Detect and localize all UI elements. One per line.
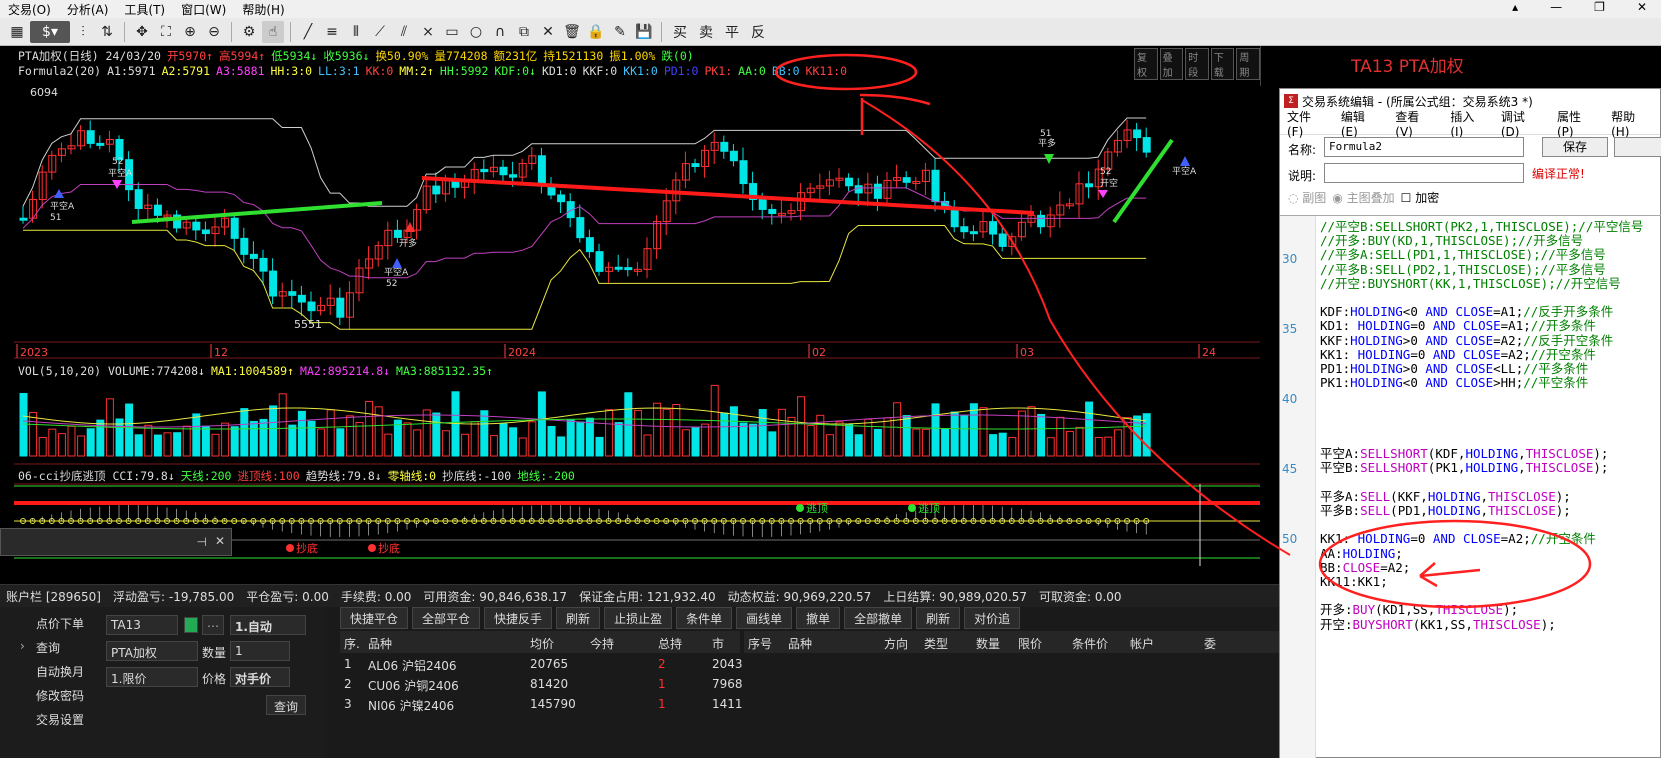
annotation-overlay <box>774 53 1592 609</box>
annotation-arrow <box>1419 562 1481 588</box>
annotation-circle-code <box>1318 519 1592 609</box>
annotation-connector <box>861 99 1291 556</box>
annotation-stroke-top <box>859 93 931 106</box>
annotation-circle-values <box>774 53 918 91</box>
